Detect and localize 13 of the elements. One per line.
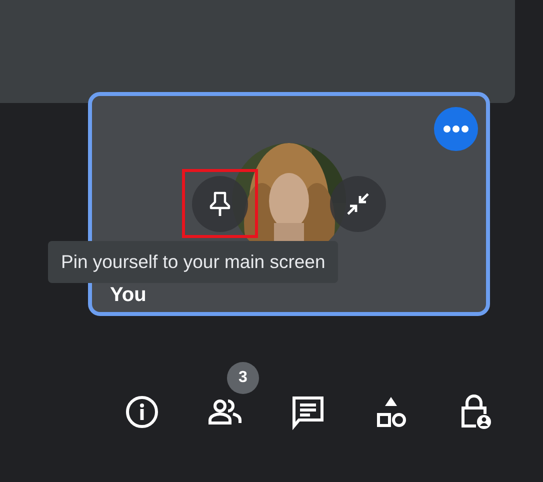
chat-icon bbox=[290, 394, 326, 430]
toolbar-button[interactable] bbox=[290, 394, 326, 430]
more-icon bbox=[443, 125, 469, 133]
tooltip: Pin yourself to your main screen bbox=[48, 241, 338, 283]
info-icon bbox=[124, 394, 160, 430]
minimize-button[interactable] bbox=[330, 176, 386, 232]
count-badge: 3 bbox=[227, 362, 259, 394]
minimize-icon bbox=[346, 192, 370, 216]
more-options-button[interactable] bbox=[434, 107, 478, 151]
participant-name: You bbox=[110, 283, 146, 308]
toolbar-button[interactable] bbox=[124, 394, 160, 430]
pin-icon bbox=[209, 191, 231, 217]
pin-button[interactable] bbox=[192, 176, 248, 232]
